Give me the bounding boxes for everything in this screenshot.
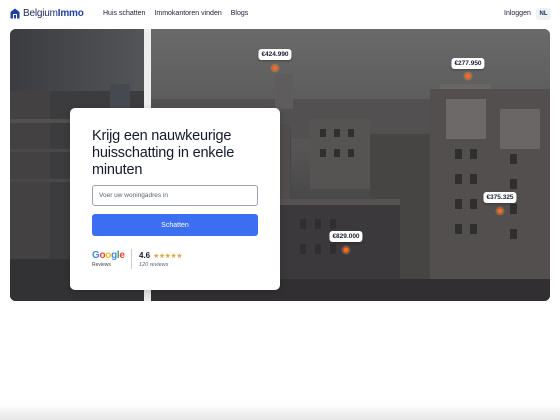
- estimate-button[interactable]: Schatten: [92, 214, 258, 236]
- page-bottom-edge: [0, 404, 560, 420]
- hero-title: Krijg een nauwkeurige huisschatting in e…: [92, 128, 235, 178]
- price-label: €375.325: [483, 192, 517, 203]
- nav-link-immokantoren[interactable]: Immokantoren vinden: [154, 10, 221, 17]
- review-count: 120 reviews: [139, 262, 169, 268]
- rating-divider: [131, 249, 132, 269]
- rating-value: 4.6: [139, 251, 151, 260]
- price-label: €829.000: [329, 231, 363, 242]
- google-reviews-logo[interactable]: Google Reviews: [92, 250, 125, 269]
- map-pin-icon: [463, 71, 473, 81]
- price-label: €277.950: [451, 58, 485, 69]
- brand-name: Belgium Immo: [23, 8, 84, 19]
- nav-link-huis-schatten[interactable]: Huis schatten: [103, 10, 145, 17]
- price-label: €424.990: [258, 49, 292, 60]
- top-navigation: Belgium Immo Huis schatten Immokantoren v…: [0, 0, 560, 30]
- rating-summary: 4.6 ★★★★★ 120 reviews: [139, 251, 183, 268]
- google-logo: Google: [92, 250, 125, 261]
- nav-link-blogs[interactable]: Blogs: [231, 10, 249, 17]
- address-input[interactable]: [92, 185, 258, 206]
- star-icon: ★★★★★: [153, 252, 183, 260]
- google-sublabel: Reviews: [92, 262, 111, 268]
- brand-logo[interactable]: Belgium Immo: [10, 8, 84, 19]
- brand-name-part2: Immo: [57, 8, 84, 19]
- nav-links: Huis schatten Immokantoren vinden Blogs: [103, 10, 248, 17]
- map-pin-icon: [270, 63, 280, 73]
- house-icon: [10, 8, 20, 19]
- language-selector[interactable]: NL: [536, 8, 551, 20]
- login-link[interactable]: Inloggen: [504, 10, 531, 17]
- map-pin-icon: [495, 206, 505, 216]
- brand-name-part1: Belgium: [23, 8, 58, 19]
- map-pin-icon: [341, 245, 351, 255]
- estimate-card: Krijg een nauwkeurige huisschatting in e…: [70, 108, 280, 290]
